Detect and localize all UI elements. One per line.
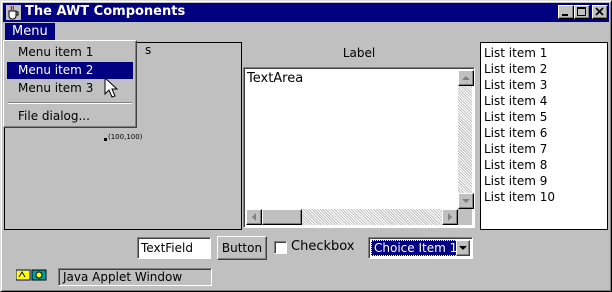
choice-dropdown-button[interactable] (456, 240, 470, 256)
list-item[interactable]: List item 3 (484, 77, 547, 93)
title-bar[interactable]: The AWT Components (3, 3, 609, 22)
window-title: The AWT Components (25, 4, 186, 19)
menu-title-menu[interactable]: Menu (5, 23, 55, 41)
vertical-scrollbar[interactable] (458, 70, 472, 209)
arrow-down-icon (462, 199, 470, 203)
close-icon (595, 7, 604, 16)
canvas-text: s (145, 43, 152, 57)
list-box[interactable]: List item 1 List item 2 List item 3 List it… (480, 42, 608, 230)
menu-item-4[interactable]: File dialog... (7, 108, 133, 125)
choice-selected-value: Choice Item 1 (371, 240, 461, 256)
status-text: Java Applet Window (58, 268, 212, 286)
list-item[interactable]: List item 5 (484, 109, 547, 125)
arrow-left-icon (252, 213, 256, 221)
list-item[interactable]: List item 1 (484, 45, 547, 61)
maximize-button[interactable] (574, 5, 590, 19)
text-field[interactable]: TextField (137, 237, 211, 259)
scroll-up-button[interactable] (458, 70, 474, 86)
canvas-coordinate-label: (100,100) (108, 133, 143, 141)
checkbox[interactable] (274, 241, 287, 254)
text-area[interactable]: TextArea (243, 67, 475, 228)
label: Label (342, 46, 376, 60)
text-area-value: TextArea (247, 71, 304, 86)
mouse-pointer-icon (104, 77, 118, 98)
list-item[interactable]: List item 8 (484, 157, 547, 173)
checkbox-label[interactable]: Checkbox (291, 239, 355, 255)
scrollbar-corner (458, 209, 472, 225)
scroll-down-button[interactable] (458, 193, 474, 209)
list-item[interactable]: List item 2 (484, 61, 547, 77)
canvas-point (104, 138, 107, 141)
choice-dropdown[interactable]: Choice Item 1 (368, 237, 473, 259)
java-cup-icon (6, 5, 21, 20)
menu-dropdown: File dialog... Menu item 3 Menu item 2 Menu… (3, 40, 137, 128)
list-item[interactable]: List item 6 (484, 125, 547, 141)
scroll-left-button[interactable] (246, 209, 262, 225)
arrow-up-icon (462, 76, 470, 80)
close-button[interactable] (592, 5, 608, 19)
chevron-down-icon (459, 246, 467, 250)
maximize-icon (577, 7, 586, 16)
java-applet-icon (16, 269, 47, 281)
list-item[interactable]: List item 4 (484, 93, 547, 109)
list-item[interactable]: List item 10 (484, 189, 555, 205)
minimize-icon (562, 14, 568, 16)
scroll-right-button[interactable] (442, 209, 458, 225)
horizontal-scroll-thumb[interactable] (262, 209, 302, 225)
menu-item-1[interactable]: Menu item 1 (7, 44, 133, 61)
list-item[interactable]: List item 9 (484, 173, 547, 189)
arrow-right-icon (448, 213, 452, 221)
list-item[interactable]: List item 7 (484, 141, 547, 157)
menu-separator (8, 102, 132, 104)
button[interactable]: Button (217, 236, 267, 260)
minimize-button[interactable] (558, 5, 574, 19)
